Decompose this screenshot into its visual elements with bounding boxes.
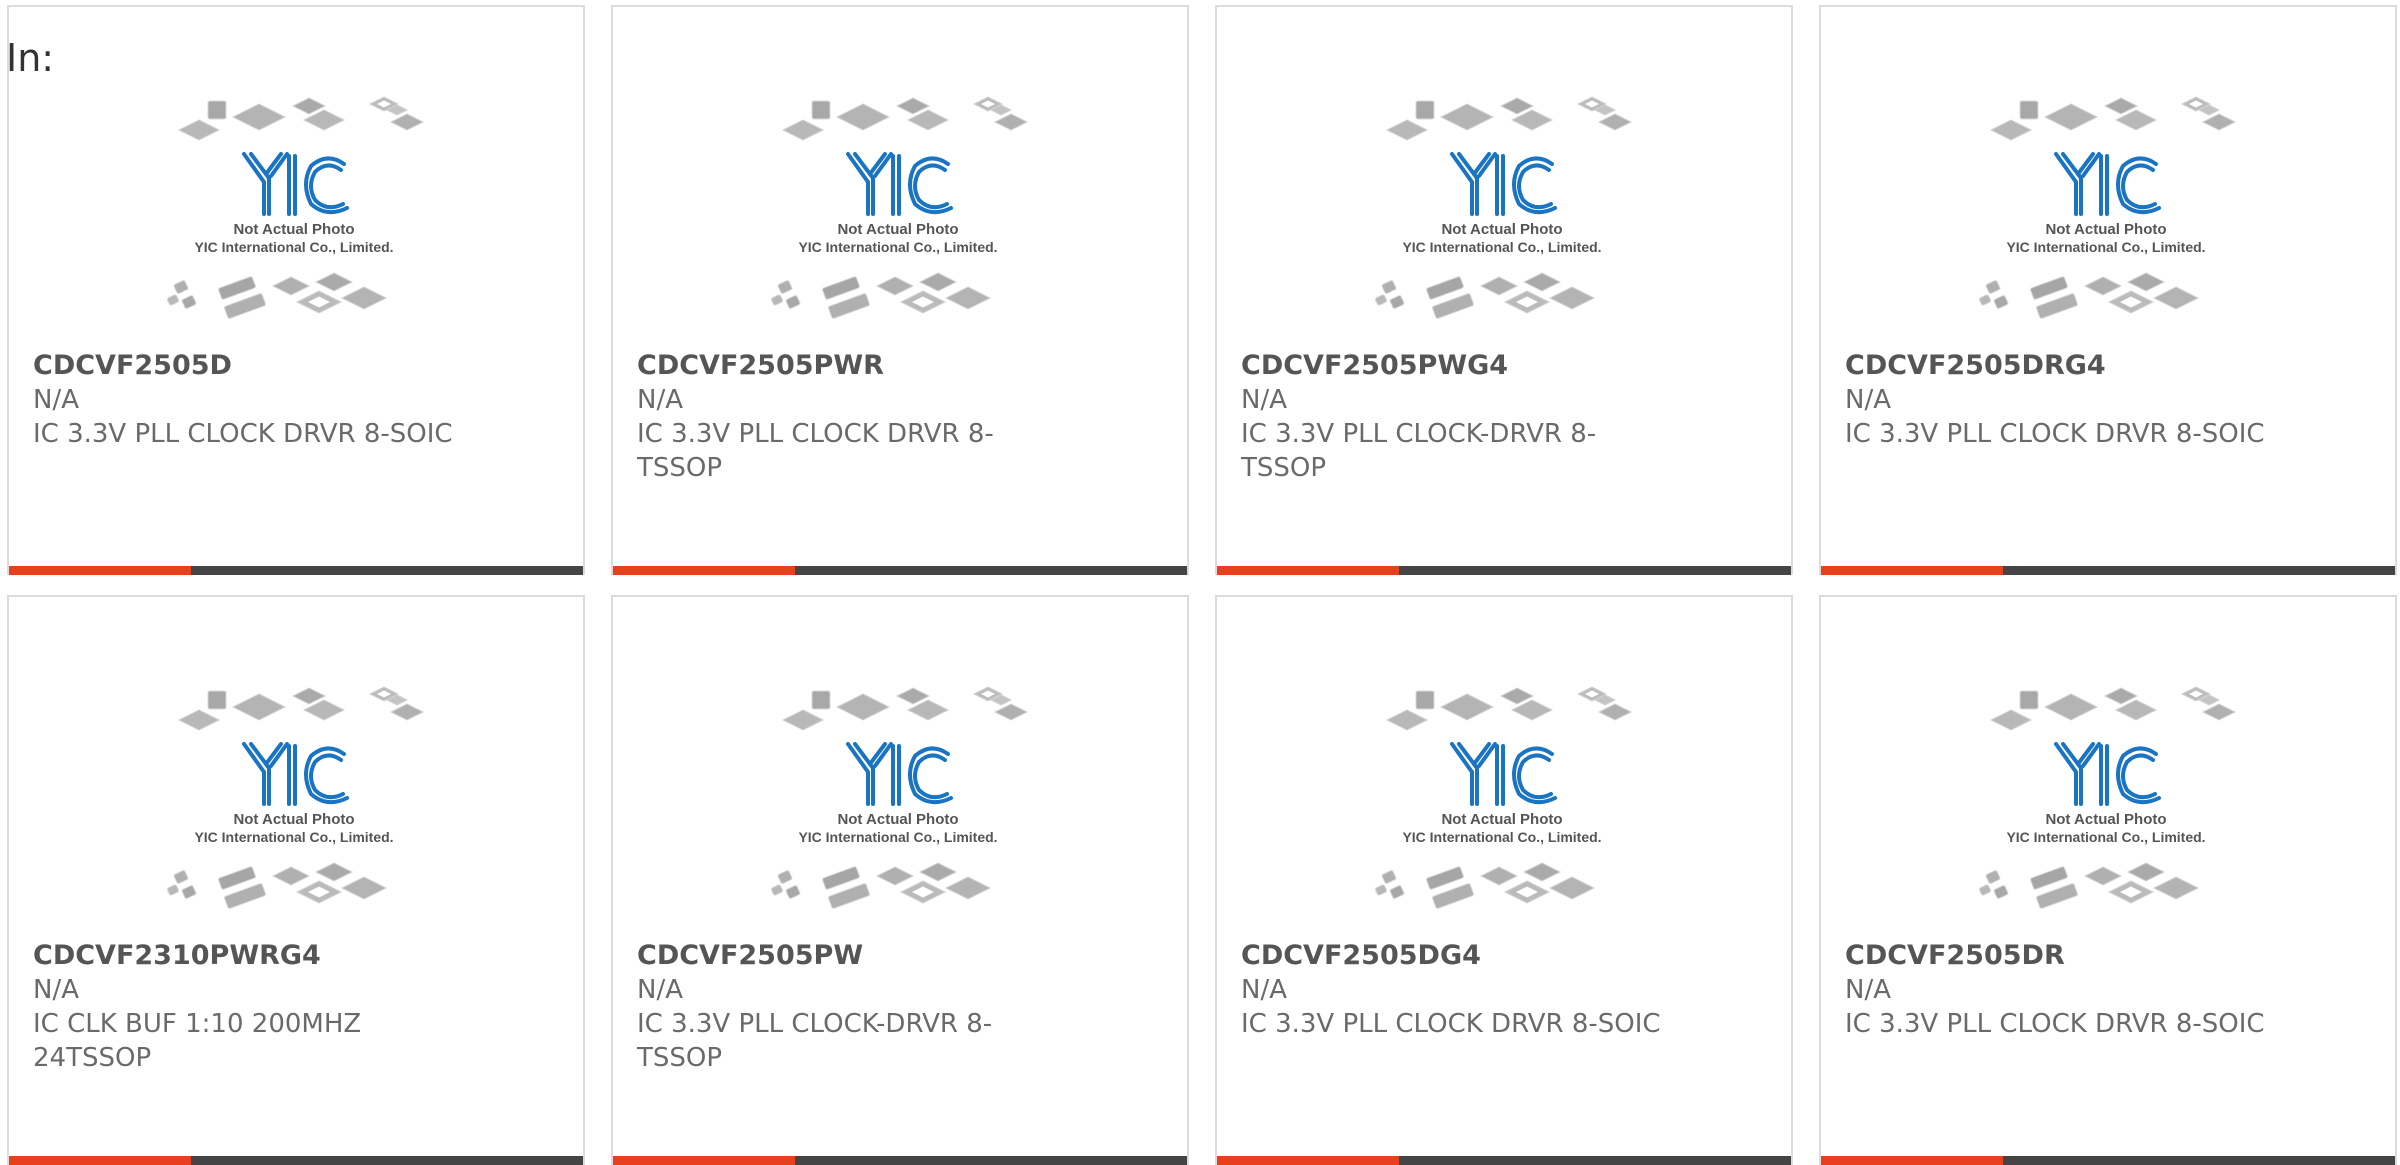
part-number[interactable]: CDCVF2505PWG4	[1241, 349, 1671, 383]
not-actual-photo-image: Not Actual Photo YIC International Co., …	[159, 92, 429, 342]
yic-logo-icon	[846, 152, 953, 216]
yic-logo-icon	[1450, 152, 1557, 216]
manufacturer: N/A	[1845, 975, 1891, 1005]
not-actual-photo-image: Not Actual Photo YIC International Co., …	[1367, 92, 1637, 342]
product-card[interactable]: Not Actual Photo YIC International Co., …	[1819, 5, 2397, 575]
chip-cluster-top-icon	[1989, 686, 2237, 731]
not-actual-photo-line1: Not Actual Photo	[837, 221, 958, 238]
part-number[interactable]: CDCVF2310PWRG4	[33, 939, 463, 973]
product-description: IC 3.3V PLL CLOCK DRVR 8-SOIC	[1845, 1009, 2265, 1039]
part-number[interactable]: CDCVF2505DRG4	[1845, 349, 2275, 383]
manufacturer: N/A	[33, 385, 79, 415]
manufacturer: N/A	[1241, 385, 1287, 415]
chip-cluster-top-icon	[1989, 96, 2237, 141]
product-grid: Not Actual Photo YIC International Co., …	[7, 5, 2400, 1165]
not-actual-photo-image: Not Actual Photo YIC International Co., …	[763, 92, 1033, 342]
manufacturer: N/A	[637, 385, 683, 415]
card-accent-bar	[613, 566, 795, 575]
yic-logo-icon	[2054, 742, 2161, 806]
product-description: IC 3.3V PLL CLOCK-DRVR 8-TSSOP	[637, 1009, 993, 1073]
yic-logo-icon	[1450, 742, 1557, 806]
not-actual-photo-line2: YIC International Co., Limited.	[2006, 239, 2205, 255]
chip-cluster-bottom-icon	[770, 862, 992, 909]
product-card[interactable]: Not Actual Photo YIC International Co., …	[611, 595, 1189, 1165]
product-description: IC 3.3V PLL CLOCK DRVR 8-TSSOP	[637, 419, 994, 483]
chip-cluster-bottom-icon	[1374, 272, 1596, 319]
card-bottom-bar	[9, 566, 583, 575]
not-actual-photo-line2: YIC International Co., Limited.	[798, 829, 997, 845]
product-description: IC CLK BUF 1:10 200MHZ 24TSSOP	[33, 1009, 362, 1073]
card-bottom-bar	[1217, 566, 1791, 575]
product-description: IC 3.3V PLL CLOCK-DRVR 8-TSSOP	[1241, 419, 1597, 483]
not-actual-photo-line1: Not Actual Photo	[2045, 811, 2166, 828]
chip-cluster-bottom-icon	[166, 862, 388, 909]
product-card[interactable]: Not Actual Photo YIC International Co., …	[1819, 595, 2397, 1165]
card-accent-bar	[1217, 566, 1399, 575]
not-actual-photo-line1: Not Actual Photo	[1441, 811, 1562, 828]
chip-cluster-top-icon	[1385, 686, 1633, 731]
product-description: IC 3.3V PLL CLOCK DRVR 8-SOIC	[1241, 1009, 1661, 1039]
product-description: IC 3.3V PLL CLOCK DRVR 8-SOIC	[1845, 419, 2265, 449]
chip-cluster-top-icon	[781, 686, 1029, 731]
manufacturer: N/A	[1241, 975, 1287, 1005]
card-bottom-bar	[613, 566, 1187, 575]
card-accent-bar	[1821, 566, 2003, 575]
not-actual-photo-image: Not Actual Photo YIC International Co., …	[159, 682, 429, 932]
chip-cluster-bottom-icon	[1978, 862, 2200, 909]
manufacturer: N/A	[1845, 385, 1891, 415]
not-actual-photo-line1: Not Actual Photo	[2045, 221, 2166, 238]
part-number[interactable]: CDCVF2505PWR	[637, 349, 1067, 383]
chip-cluster-top-icon	[1385, 96, 1633, 141]
chip-cluster-bottom-icon	[1374, 862, 1596, 909]
not-actual-photo-line2: YIC International Co., Limited.	[798, 239, 997, 255]
card-accent-bar	[9, 566, 191, 575]
not-actual-photo-line2: YIC International Co., Limited.	[1402, 829, 1601, 845]
card-bottom-bar	[1821, 566, 2395, 575]
product-description: IC 3.3V PLL CLOCK DRVR 8-SOIC	[33, 419, 453, 449]
not-actual-photo-image: Not Actual Photo YIC International Co., …	[763, 682, 1033, 932]
chip-cluster-top-icon	[177, 686, 425, 731]
product-card[interactable]: Not Actual Photo YIC International Co., …	[1215, 595, 1793, 1165]
not-actual-photo-line2: YIC International Co., Limited.	[194, 829, 393, 845]
yic-logo-icon	[242, 742, 349, 806]
not-actual-photo-line1: Not Actual Photo	[837, 811, 958, 828]
not-actual-photo-line2: YIC International Co., Limited.	[194, 239, 393, 255]
not-actual-photo-image: Not Actual Photo YIC International Co., …	[1971, 92, 2241, 342]
not-actual-photo-line2: YIC International Co., Limited.	[2006, 829, 2205, 845]
not-actual-photo-line2: YIC International Co., Limited.	[1402, 239, 1601, 255]
chip-cluster-bottom-icon	[166, 272, 388, 319]
chip-cluster-bottom-icon	[770, 272, 992, 319]
manufacturer: N/A	[33, 975, 79, 1005]
filter-label: In:	[6, 36, 55, 80]
part-number[interactable]: CDCVF2505PW	[637, 939, 1067, 973]
chip-cluster-top-icon	[781, 96, 1029, 141]
yic-logo-icon	[2054, 152, 2161, 216]
chip-cluster-bottom-icon	[1978, 272, 2200, 319]
yic-logo-icon	[242, 152, 349, 216]
manufacturer: N/A	[637, 975, 683, 1005]
not-actual-photo-image: Not Actual Photo YIC International Co., …	[1367, 682, 1637, 932]
not-actual-photo-line1: Not Actual Photo	[233, 811, 354, 828]
product-card[interactable]: Not Actual Photo YIC International Co., …	[1215, 5, 1793, 575]
not-actual-photo-line1: Not Actual Photo	[1441, 221, 1562, 238]
product-card[interactable]: Not Actual Photo YIC International Co., …	[611, 5, 1189, 575]
product-card[interactable]: Not Actual Photo YIC International Co., …	[7, 5, 585, 575]
product-card[interactable]: Not Actual Photo YIC International Co., …	[7, 595, 585, 1165]
chip-cluster-top-icon	[177, 96, 425, 141]
part-number[interactable]: CDCVF2505DR	[1845, 939, 2275, 973]
yic-logo-icon	[846, 742, 953, 806]
part-number[interactable]: CDCVF2505D	[33, 349, 463, 383]
not-actual-photo-line1: Not Actual Photo	[233, 221, 354, 238]
not-actual-photo-image: Not Actual Photo YIC International Co., …	[1971, 682, 2241, 932]
part-number[interactable]: CDCVF2505DG4	[1241, 939, 1671, 973]
